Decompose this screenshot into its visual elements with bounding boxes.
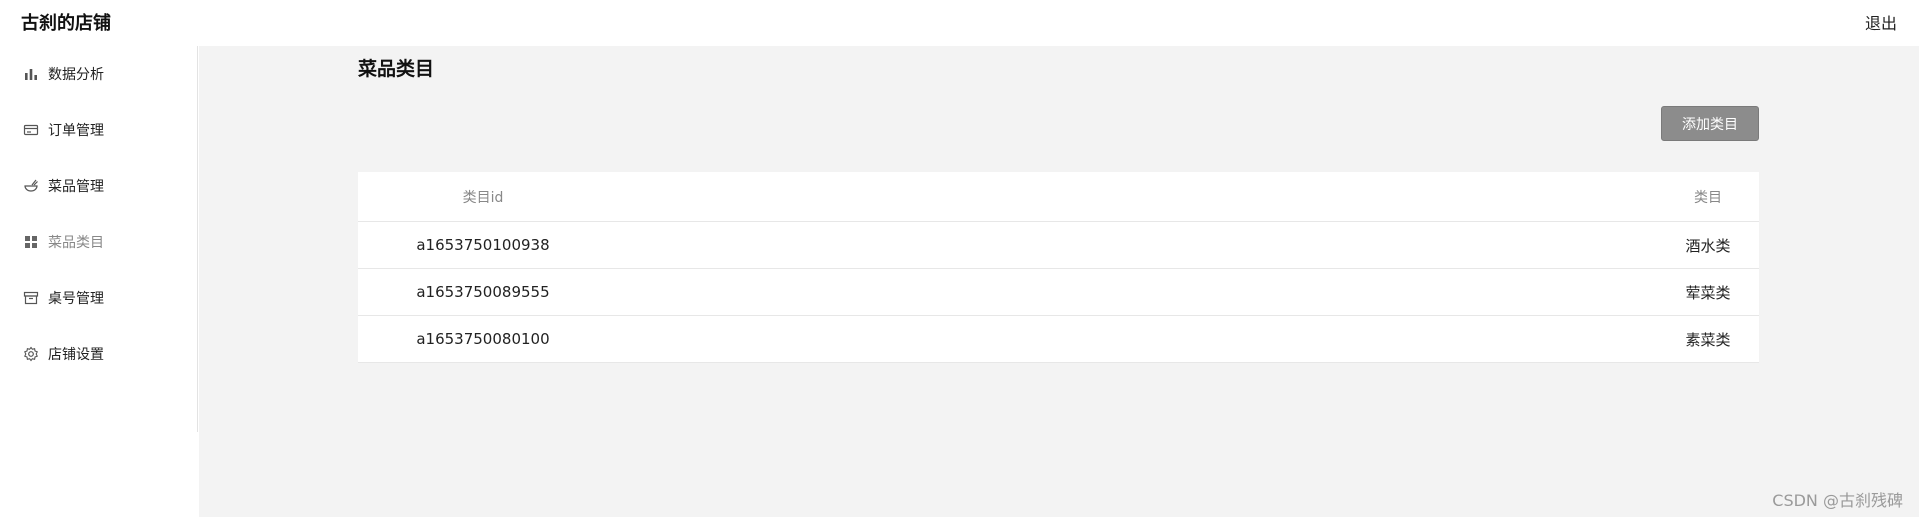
cell-category-id: a1653750080100 xyxy=(416,330,550,348)
sidebar-item-label: 数据分析 xyxy=(48,67,104,83)
cell-category-id: a1653750100938 xyxy=(416,236,550,254)
box-icon xyxy=(23,290,39,306)
main-content: 菜品类目 添加类目 类目id 类目 a1653750100938 酒水类 a16… xyxy=(199,46,1919,517)
sidebar-item-label: 桌号管理 xyxy=(48,291,104,307)
page-title: 菜品类目 xyxy=(358,58,435,80)
sidebar-item-shop-settings[interactable]: 店铺设置 xyxy=(0,334,198,374)
sidebar-item-dishes[interactable]: 菜品管理 xyxy=(0,166,198,206)
add-category-button[interactable]: 添加类目 xyxy=(1661,106,1759,141)
shop-title: 古刹的店铺 xyxy=(21,13,111,34)
gear-icon xyxy=(23,346,39,362)
cell-category-name: 酒水类 xyxy=(1685,236,1731,255)
column-header-category: 类目 xyxy=(1694,189,1722,206)
sidebar-footer-area xyxy=(0,432,199,517)
table-row[interactable]: a1653750089555 荤菜类 xyxy=(358,269,1759,316)
top-bar: 古刹的店铺 退出 xyxy=(0,0,1919,46)
sidebar-item-label: 菜品类目 xyxy=(48,235,104,251)
cell-category-id: a1653750089555 xyxy=(416,283,550,301)
sidebar-item-label: 订单管理 xyxy=(48,123,104,139)
sidebar-item-label: 店铺设置 xyxy=(48,347,104,363)
watermark: CSDN @古刹残碑 xyxy=(1772,491,1903,510)
cell-category-name: 荤菜类 xyxy=(1685,283,1731,302)
column-header-category-id: 类目id xyxy=(462,189,504,206)
logout-button[interactable]: 退出 xyxy=(1865,10,1897,34)
table-row[interactable]: a1653750100938 酒水类 xyxy=(358,222,1759,269)
table-header: 类目id 类目 xyxy=(358,172,1759,222)
grid-icon xyxy=(23,234,39,250)
sidebar-item-dish-categories[interactable]: 菜品类目 xyxy=(0,222,198,262)
cell-category-name: 素菜类 xyxy=(1685,330,1731,349)
sidebar-item-tables[interactable]: 桌号管理 xyxy=(0,278,198,318)
card-icon xyxy=(23,122,39,138)
sidebar-item-data-analysis[interactable]: 数据分析 xyxy=(0,54,198,94)
sidebar-item-orders[interactable]: 订单管理 xyxy=(0,110,198,150)
category-table: 类目id 类目 a1653750100938 酒水类 a165375008955… xyxy=(358,172,1759,363)
table-row[interactable]: a1653750080100 素菜类 xyxy=(358,316,1759,363)
bowl-icon xyxy=(23,178,39,194)
sidebar-item-label: 菜品管理 xyxy=(48,179,104,195)
bar-chart-icon xyxy=(23,66,39,82)
